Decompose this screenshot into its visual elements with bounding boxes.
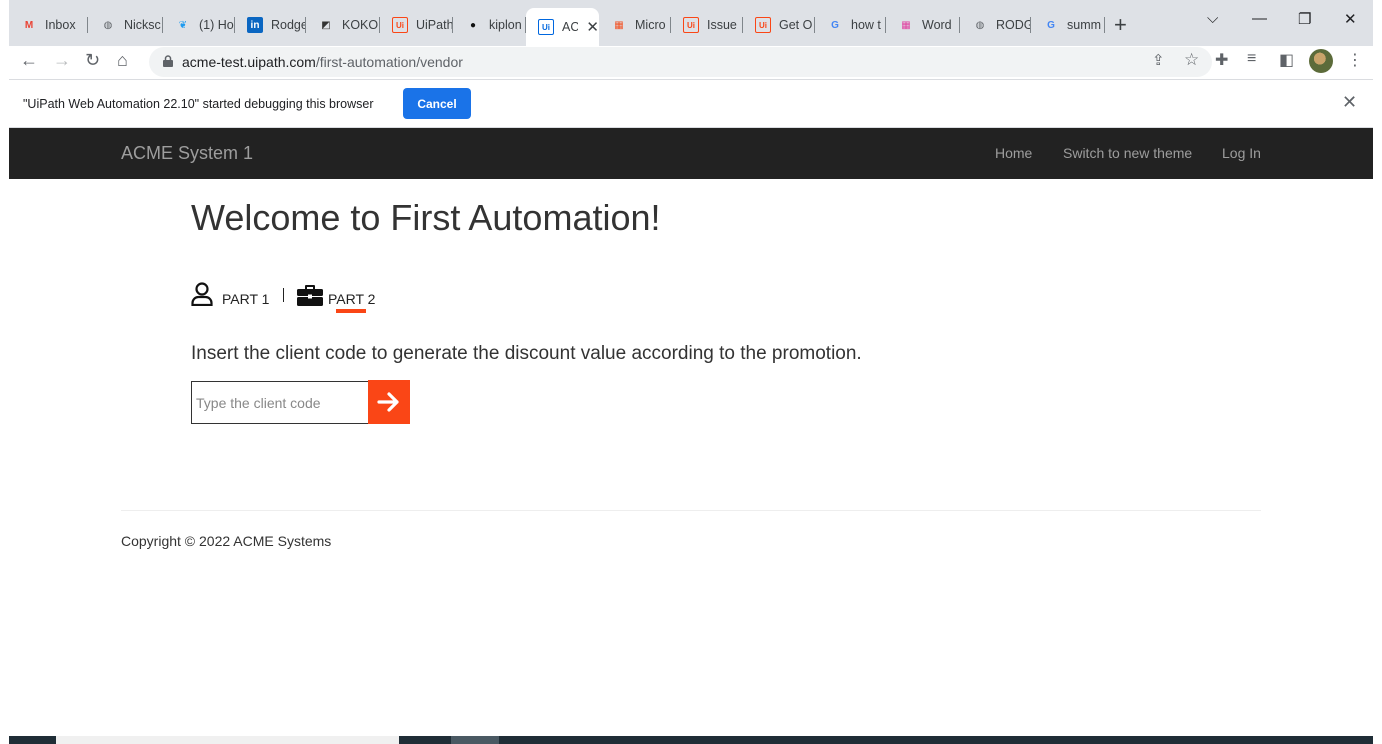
browser-tab[interactable]: ▦ Word — [886, 9, 960, 41]
browser-tab[interactable]: Ui AC ✕ — [526, 8, 599, 46]
browser-tab[interactable]: Gsumm — [1031, 9, 1105, 41]
gmail-icon: M — [24, 19, 34, 31]
share-icon[interactable]: ⇪ — [1152, 51, 1165, 69]
uipath-icon: Ui — [755, 17, 771, 33]
briefcase-icon — [297, 285, 323, 306]
google-icon: G — [831, 19, 839, 31]
part-1-link[interactable]: PART 1 — [222, 291, 269, 307]
infobar-close-icon[interactable]: ✕ — [1342, 92, 1357, 113]
browser-tab[interactable]: Ui UiPath — [380, 9, 453, 41]
twitter-icon: ❦ — [178, 19, 188, 31]
reload-icon[interactable]: ↻ — [85, 50, 100, 71]
menu-kebab-icon[interactable]: ⋮ — [1347, 50, 1363, 70]
restore-icon[interactable]: ❐ — [1298, 10, 1311, 28]
forward-icon[interactable]: → — [53, 50, 71, 71]
globe-icon: ◍ — [103, 19, 113, 31]
tab-title: kiplon — [489, 18, 522, 32]
browser-toolbar: ← → ↻ ⌂ acme-test.uipath.com/first-autom… — [9, 46, 1373, 78]
address-bar[interactable]: acme-test.uipath.com/first-automation/ve… — [149, 47, 1212, 77]
tab-close-icon[interactable]: ✕ — [586, 18, 599, 36]
part-2-link[interactable]: PART 2 — [328, 291, 375, 307]
browser-tab[interactable]: ◍ Nicksc — [88, 9, 163, 41]
side-panel-icon[interactable]: ◧ — [1279, 50, 1294, 70]
colorful-icon: ▦ — [901, 19, 911, 31]
arrow-right-icon — [377, 392, 399, 412]
browser-tab[interactable]: Ghow t — [815, 9, 886, 41]
tab-title: Rodge — [271, 18, 306, 32]
browser-tab[interactable]: M Inbox — [9, 9, 88, 41]
profile-avatar[interactable] — [1309, 49, 1333, 73]
nav-home-link[interactable]: Home — [995, 145, 1032, 161]
tab-title: summ — [1067, 18, 1102, 32]
tab-search-icon[interactable]: ⌵ — [1207, 10, 1218, 27]
os-taskbar — [9, 736, 1373, 744]
copyright-text: Copyright © 2022 ACME Systems — [121, 533, 332, 549]
nav-login-link[interactable]: Log In — [1222, 145, 1261, 161]
client-code-input[interactable] — [191, 381, 368, 424]
debug-infobar: "UiPath Web Automation 22.10" started de… — [9, 79, 1373, 128]
tab-title: Micro — [635, 18, 666, 32]
browser-window: M Inbox ◍ Nicksc ❦ (1) Ho in Rodge ◩ KOKO Ui UiPath… — [9, 0, 1373, 744]
active-part-indicator — [336, 309, 366, 313]
tab-title: Inbox — [45, 18, 76, 32]
koko-icon: ◩ — [321, 19, 331, 31]
window-close-icon[interactable]: ✕ — [1344, 10, 1357, 28]
tab-title: KOKO — [342, 18, 379, 32]
browser-tab[interactable]: ● kiplon — [453, 9, 526, 41]
uipath-icon: Ui — [538, 19, 554, 35]
infobar-message: "UiPath Web Automation 22.10" started de… — [23, 97, 374, 111]
globe-icon: ◍ — [975, 19, 985, 31]
taskbar-app-button[interactable] — [451, 736, 499, 744]
minimize-icon[interactable]: — — [1252, 10, 1267, 27]
site-brand[interactable]: ACME System 1 — [121, 143, 253, 164]
browser-tab[interactable]: Ui Issue — [671, 9, 743, 41]
home-icon[interactable]: ⌂ — [117, 50, 128, 71]
nav-switch-theme-link[interactable]: Switch to new theme — [1063, 145, 1192, 161]
tab-title: Nicksc — [124, 18, 161, 32]
tab-title: (1) Ho — [199, 18, 234, 32]
url-text: acme-test.uipath.com/first-automation/ve… — [182, 54, 463, 70]
bookmark-star-icon[interactable]: ☆ — [1184, 50, 1199, 70]
browser-tab[interactable]: ❦ (1) Ho — [163, 9, 235, 41]
taskbar-search-box[interactable] — [56, 736, 399, 744]
tab-title: Issue — [707, 18, 737, 32]
linkedin-icon: in — [247, 17, 263, 33]
tab-title: RODG — [996, 18, 1031, 32]
tab-title: how t — [851, 18, 881, 32]
instruction-text: Insert the client code to generate the d… — [191, 343, 862, 364]
google-icon: G — [1047, 19, 1055, 31]
new-tab-button[interactable]: + — [1114, 12, 1127, 38]
browser-tab[interactable]: ◍ RODG — [960, 9, 1031, 41]
lock-icon — [163, 55, 173, 67]
back-icon[interactable]: ← — [20, 50, 38, 71]
tab-title: UiPath — [416, 18, 453, 32]
github-icon: ● — [469, 19, 477, 31]
browser-tab[interactable]: ▦ Micro — [599, 9, 671, 41]
microsoft-icon: ▦ — [614, 19, 624, 31]
uipath-icon: Ui — [392, 17, 408, 33]
browser-tab[interactable]: in Rodge — [235, 9, 306, 41]
tab-title: AC — [562, 20, 579, 34]
tab-title: Word — [922, 18, 952, 32]
user-icon — [191, 282, 213, 306]
page-title: Welcome to First Automation! — [191, 197, 661, 238]
extensions-icon[interactable]: ✚ — [1215, 50, 1228, 70]
uipath-icon: Ui — [683, 17, 699, 33]
browser-tab[interactable]: ◩ KOKO — [306, 9, 380, 41]
part-separator — [283, 288, 284, 302]
browser-tab[interactable]: Ui Get O — [743, 9, 815, 41]
tab-title: Get O — [779, 18, 813, 32]
reading-list-icon[interactable]: ≡ — [1247, 50, 1256, 68]
site-navbar: ACME System 1 Home Switch to new theme L… — [9, 128, 1373, 179]
cancel-debugging-button[interactable]: Cancel — [403, 88, 471, 119]
submit-code-button[interactable] — [368, 380, 410, 424]
tab-separator — [1104, 17, 1105, 33]
footer-divider — [121, 510, 1261, 511]
tab-strip: M Inbox ◍ Nicksc ❦ (1) Ho in Rodge ◩ KOKO Ui UiPath… — [9, 0, 1373, 46]
